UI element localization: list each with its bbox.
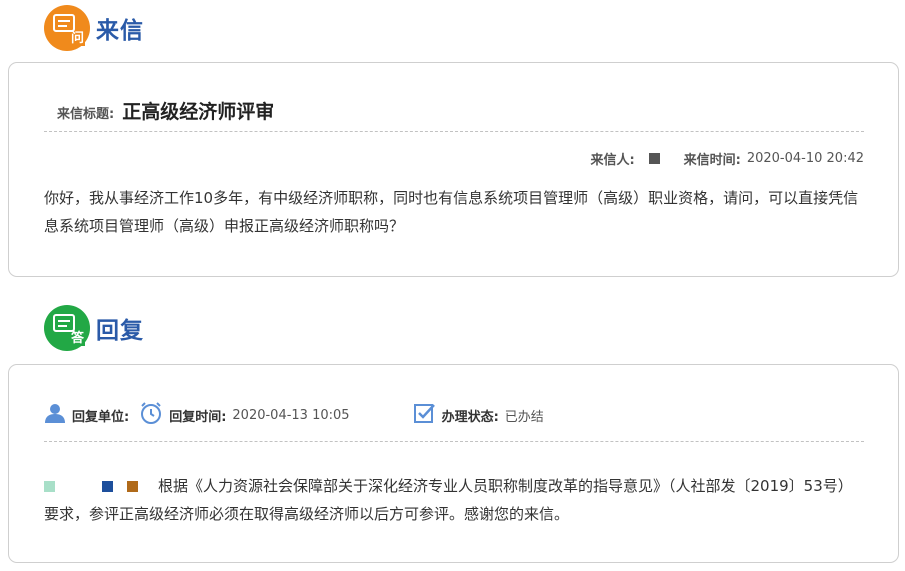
letter-meta: 来信人: 来信时间: 2020-04-10 20:42: [590, 149, 864, 168]
letter-section-header: 问 来信: [44, 5, 144, 51]
letter-time: 2020-04-10 20:42: [746, 151, 864, 166]
letter-card: 来信标题: 正高级经济师评审 来信人: 来信时间: 2020-04-10 20:…: [8, 62, 899, 277]
divider: [44, 441, 864, 442]
letter-time-label: 来信时间:: [683, 153, 741, 168]
clock-icon: [139, 401, 163, 429]
reply-card: 回复单位: 回复时间: 2020-04-13 10:05 办理状态: 已办结 根…: [8, 364, 899, 563]
letter-title: 正高级经济师评审: [122, 101, 275, 123]
user-icon: [44, 403, 66, 427]
checkbox-icon: [413, 402, 436, 428]
status-label: 办理状态:: [441, 409, 499, 425]
reply-answer-icon: 答: [44, 305, 90, 351]
reply-content-block: 根据《人力资源社会保障部关于深化经济专业人员职称制度改革的指导意见》（人社部发〔…: [44, 472, 864, 528]
redacted-mark: [102, 481, 113, 492]
divider: [44, 131, 864, 132]
sender-redacted: [648, 153, 660, 164]
redacted-mark: [127, 481, 138, 492]
reply-section-title: 回复: [96, 317, 144, 344]
letter-title-row: 来信标题: 正高级经济师评审: [57, 97, 274, 124]
reply-time: 2020-04-13 10:05: [232, 407, 350, 423]
sender-label: 来信人:: [590, 153, 635, 168]
reply-section-header: 答 回复: [44, 305, 144, 351]
status-value: 已办结: [504, 409, 544, 425]
letter-section-title: 来信: [96, 17, 144, 44]
redacted-mark: [44, 481, 55, 492]
letter-title-label: 来信标题:: [57, 107, 115, 122]
reply-content: 根据《人力资源社会保障部关于深化经济专业人员职称制度改革的指导意见》（人社部发〔…: [44, 477, 853, 523]
reply-meta: 回复单位: 回复时间: 2020-04-13 10:05 办理状态: 已办结: [44, 401, 544, 429]
reply-time-label: 回复时间:: [169, 409, 227, 425]
letter-question-icon: 问: [44, 5, 90, 51]
letter-content: 你好，我从事经济工作10多年，有中级经济师职称，同时也有信息系统项目管理师（高级…: [44, 189, 859, 235]
reply-unit-label: 回复单位:: [72, 409, 130, 425]
redacted-mark: [69, 481, 80, 492]
